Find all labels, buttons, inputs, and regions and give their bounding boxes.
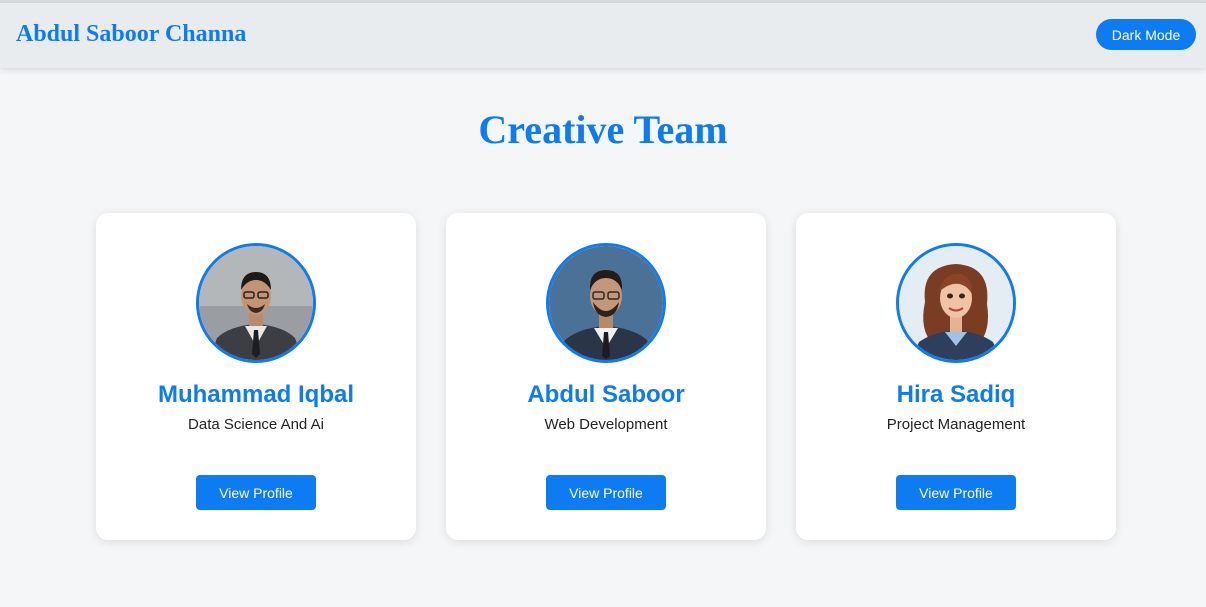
avatar [896,243,1016,363]
dark-mode-button[interactable]: Dark Mode [1096,19,1196,50]
member-role: Data Science And Ai [188,416,324,433]
team-member-card: Hira Sadiq Project Management View Profi… [796,213,1116,540]
brand-name[interactable]: Abdul Saboor Channa [16,21,246,48]
member-role: Web Development [544,416,668,433]
avatar [196,243,316,363]
member-name: Abdul Saboor [527,381,685,408]
team-member-card: Muhammad Iqbal Data Science And Ai View … [96,213,416,540]
member-name: Muhammad Iqbal [157,381,355,408]
member-role: Project Management [886,416,1026,433]
view-profile-button[interactable]: View Profile [196,475,316,510]
view-profile-button[interactable]: View Profile [896,475,1016,510]
member-photo [199,246,313,360]
avatar [546,243,666,363]
view-profile-button[interactable]: View Profile [546,475,666,510]
member-name: Hira Sadiq [896,381,1016,408]
navbar: Abdul Saboor Channa Dark Mode [0,3,1206,68]
team-member-card: Abdul Saboor Web Development View Profil… [446,213,766,540]
page-title: Creative Team [478,107,728,152]
member-photo [549,246,663,360]
member-photo [899,246,1013,360]
